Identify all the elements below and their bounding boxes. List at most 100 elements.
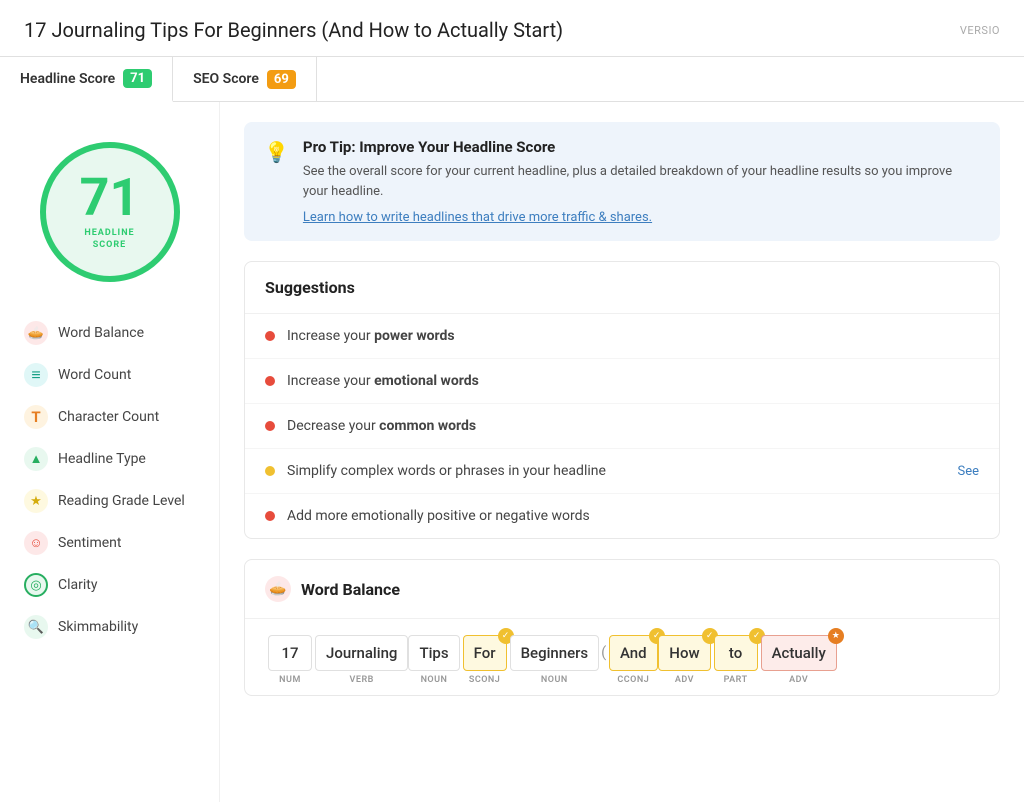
word-token-and: And ✓ CCONJ [608, 635, 658, 687]
word-type-to: PART [724, 675, 748, 685]
suggestion-text: Add more emotionally positive or negativ… [287, 508, 590, 524]
word-token-17: 17 NUM [265, 635, 315, 687]
word-balance-title: Word Balance [301, 580, 400, 599]
word-token-journaling: Journaling VERB [315, 635, 408, 687]
word-balance-header: 🥧 Word Balance [245, 560, 999, 619]
sidebar-item-label: Reading Grade Level [58, 493, 185, 509]
pro-tip-content: Pro Tip: Improve Your Headline Score See… [303, 138, 980, 225]
headline-type-icon: ▲ [24, 447, 48, 471]
sidebar-item-headline-type[interactable]: ▲ Headline Type [16, 438, 203, 480]
word-type-17: NUM [279, 675, 301, 685]
red-dot-icon [265, 421, 275, 431]
sidebar-item-sentiment[interactable]: ☺ Sentiment [16, 522, 203, 564]
sentiment-icon: ☺ [24, 531, 48, 555]
suggestion-text: Increase your emotional words [287, 373, 479, 389]
sidebar-item-label: Word Count [58, 367, 131, 383]
score-circle-container: 71 HEADLINESCORE [0, 122, 219, 312]
sidebar-item-clarity[interactable]: ◎ Clarity [16, 564, 203, 606]
word-token-actually: Actually ★ ADV [761, 635, 837, 687]
word-token-to: to ✓ PART [711, 635, 761, 687]
headline-score-badge: 71 [123, 69, 152, 88]
word-balance-section: 🥧 Word Balance 17 NUM Journaling VERB [244, 559, 1000, 696]
character-count-icon: T [24, 405, 48, 429]
suggestion-item-emotional-words: Increase your emotional words [245, 359, 999, 404]
clarity-icon: ◎ [24, 573, 48, 597]
suggestion-item-common-words: Decrease your common words [245, 404, 999, 449]
see-link[interactable]: See [957, 464, 979, 479]
tab-headline-label: Headline Score [20, 71, 115, 87]
word-type-and: CCONJ [617, 675, 649, 685]
word-type-how: ADV [675, 675, 694, 685]
suggestion-item-power-words: Increase your power words [245, 314, 999, 359]
tab-seo[interactable]: SEO Score 69 [173, 57, 317, 101]
sidebar-item-word-balance[interactable]: 🥧 Word Balance [16, 312, 203, 354]
suggestion-text: Decrease your common words [287, 418, 476, 434]
word-tokens-container: 17 NUM Journaling VERB Tips NOUN [245, 619, 999, 695]
pro-tip-text: See the overall score for your current h… [303, 162, 980, 201]
score-label: HEADLINESCORE [84, 228, 134, 251]
app-container: 17 Journaling Tips For Beginners (And Ho… [0, 0, 1024, 812]
word-balance-header-icon: 🥧 [265, 576, 291, 602]
sidebar-item-label: Clarity [58, 577, 97, 593]
word-type-journaling: VERB [350, 675, 374, 685]
word-box-tips: Tips [408, 635, 459, 671]
skimmability-icon: 🔍 [24, 615, 48, 639]
header: 17 Journaling Tips For Beginners (And Ho… [0, 0, 1024, 57]
yellow-dot-icon [265, 466, 275, 476]
word-type-tips: NOUN [421, 675, 448, 685]
lightbulb-icon: 💡 [264, 140, 289, 164]
right-panel: 💡 Pro Tip: Improve Your Headline Score S… [220, 102, 1024, 802]
paren-open: ( [599, 635, 608, 669]
word-token-for: For ✓ SCONJ [460, 635, 510, 687]
tab-bar: Headline Score 71 SEO Score 69 [0, 57, 1024, 102]
sidebar-item-list: 🥧 Word Balance ≡ Word Count T Character … [0, 312, 219, 648]
sidebar-item-label: Headline Type [58, 451, 146, 467]
word-token-how: How ✓ ADV [658, 635, 710, 687]
tab-headline[interactable]: Headline Score 71 [0, 57, 173, 102]
sidebar-item-label: Skimmability [58, 619, 138, 635]
reading-grade-icon: ★ [24, 489, 48, 513]
word-box-to: to ✓ [714, 635, 758, 671]
word-box-and: And ✓ [609, 635, 658, 671]
tab-seo-label: SEO Score [193, 71, 259, 87]
word-box-for: For ✓ [463, 635, 507, 671]
pro-tip-link[interactable]: Learn how to write headlines that drive … [303, 210, 652, 225]
word-box-actually: Actually ★ [761, 635, 837, 671]
badge-actually: ★ [828, 628, 844, 644]
sidebar-item-label: Character Count [58, 409, 159, 425]
word-type-actually: ADV [789, 675, 808, 685]
score-circle: 71 HEADLINESCORE [40, 142, 180, 282]
suggestions-header: Suggestions [245, 262, 999, 314]
sidebar-item-word-count[interactable]: ≡ Word Count [16, 354, 203, 396]
suggestion-list: Increase your power words Increase your … [245, 314, 999, 538]
word-box-journaling: Journaling [315, 635, 408, 671]
suggestion-item-simplify: Simplify complex words or phrases in you… [245, 449, 999, 494]
pro-tip-box: 💡 Pro Tip: Improve Your Headline Score S… [244, 122, 1000, 241]
word-box-how: How ✓ [658, 635, 710, 671]
main-content: 71 HEADLINESCORE 🥧 Word Balance ≡ Word C… [0, 102, 1024, 802]
sidebar-item-reading-grade[interactable]: ★ Reading Grade Level [16, 480, 203, 522]
suggestions-section: Suggestions Increase your power words In… [244, 261, 1000, 539]
page-title: 17 Journaling Tips For Beginners (And Ho… [24, 18, 563, 42]
version-label: VERSIO [960, 24, 1000, 37]
sidebar-item-label: Sentiment [58, 535, 121, 551]
word-box-17: 17 [268, 635, 312, 671]
word-balance-icon: 🥧 [24, 321, 48, 345]
suggestion-text: Simplify complex words or phrases in you… [287, 463, 606, 479]
sidebar: 71 HEADLINESCORE 🥧 Word Balance ≡ Word C… [0, 102, 220, 802]
red-dot-icon [265, 376, 275, 386]
word-token-beginners: Beginners NOUN [510, 635, 600, 687]
word-token-tips: Tips NOUN [408, 635, 459, 687]
sidebar-item-skimmability[interactable]: 🔍 Skimmability [16, 606, 203, 648]
word-token-paren-open: ( [599, 635, 608, 687]
suggestions-title: Suggestions [265, 278, 355, 297]
sidebar-item-character-count[interactable]: T Character Count [16, 396, 203, 438]
seo-score-badge: 69 [267, 70, 296, 89]
word-type-for: SCONJ [469, 675, 500, 685]
suggestion-text: Increase your power words [287, 328, 455, 344]
red-dot-icon [265, 331, 275, 341]
word-type-beginners: NOUN [541, 675, 568, 685]
suggestion-item-emotional-positive: Add more emotionally positive or negativ… [245, 494, 999, 538]
sidebar-item-label: Word Balance [58, 325, 144, 341]
red-dot-icon [265, 511, 275, 521]
